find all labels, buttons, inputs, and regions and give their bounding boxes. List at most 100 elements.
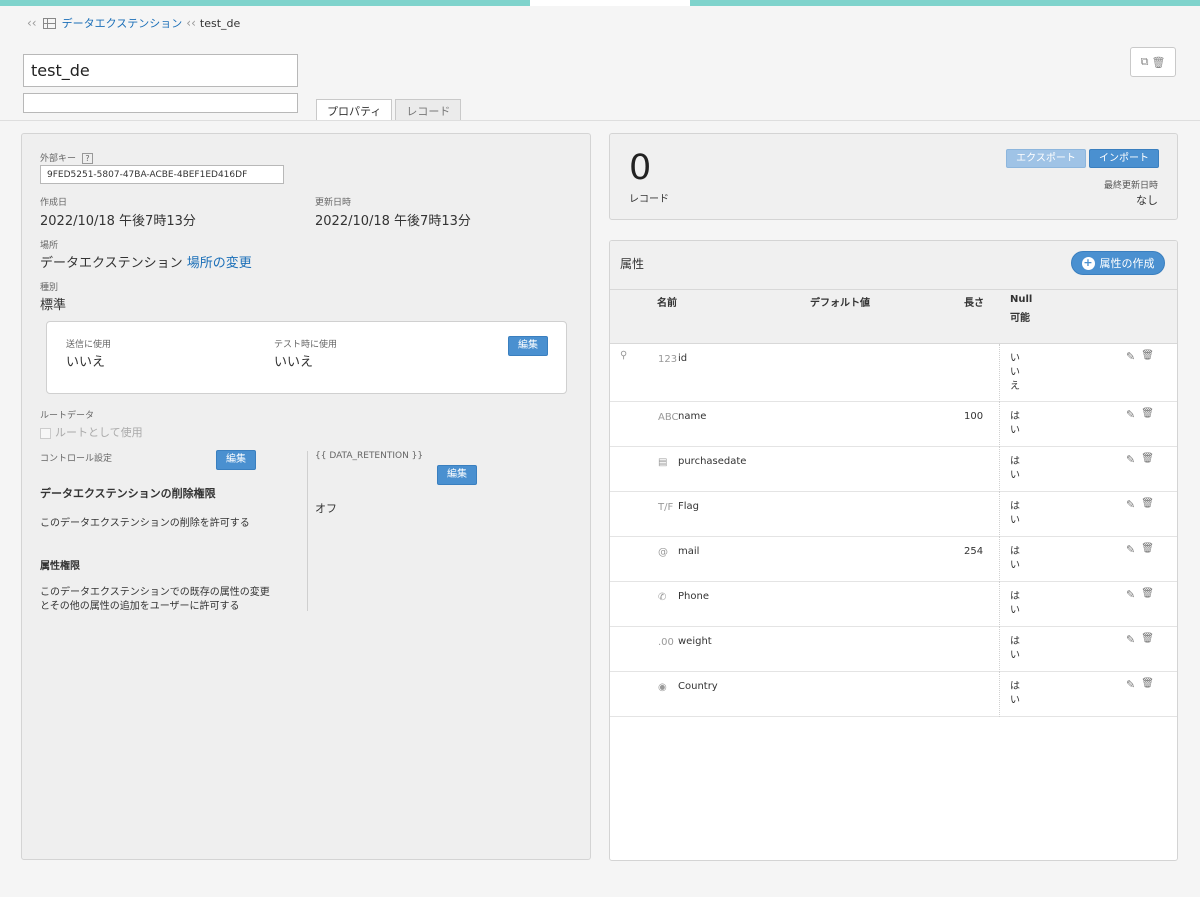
trash-icon[interactable]: 🗑 <box>1141 588 1154 601</box>
breadcrumb-current: test_de <box>199 16 241 30</box>
attribute-nullable: はい <box>1010 546 1020 571</box>
external-key-label: 外部キー? <box>40 151 94 164</box>
pencil-icon[interactable]: ✎ <box>1126 350 1135 363</box>
attribute-row[interactable]: ◉ Country はい ✎ 🗑 <box>610 672 1177 717</box>
email-icon: @ <box>658 547 668 558</box>
name-input[interactable] <box>23 54 298 87</box>
pencil-icon[interactable]: ✎ <box>1126 408 1135 421</box>
trash-icon[interactable]: 🗑 <box>1141 678 1154 691</box>
breadcrumb: ‹‹ データエクステンション ‹‹ test_de <box>27 15 240 31</box>
attributes-title: 属性 <box>620 257 645 271</box>
root-checkbox[interactable] <box>40 427 51 439</box>
phone-icon: ✆ <box>658 592 667 603</box>
last-updated-label: 最終更新日時 <box>1103 181 1158 191</box>
attribute-name: mail <box>678 546 700 557</box>
row-actions: ✎ 🗑 <box>1126 498 1154 511</box>
modified-value: 2022/10/18 午後7時13分 <box>315 214 471 229</box>
description-input[interactable] <box>23 93 298 113</box>
breadcrumb-parent-link[interactable]: データエクステンション <box>62 15 183 31</box>
row-actions: ✎ 🗑 <box>1126 678 1154 691</box>
pencil-icon[interactable]: ✎ <box>1126 588 1135 601</box>
edit-sendable-button[interactable]: 編集 <box>508 336 548 356</box>
control-settings-label: コントロール設定 <box>40 454 113 464</box>
sendable-label: 送信に使用 <box>66 340 112 350</box>
column-header-name[interactable]: 名前 <box>657 294 677 309</box>
column-divider <box>999 447 1000 492</box>
copy-icon[interactable]: ⧉ <box>1141 55 1149 69</box>
attribute-row[interactable]: .00 weight はい ✎ 🗑 <box>610 627 1177 672</box>
tab-properties[interactable]: プロパティ <box>316 99 393 121</box>
created-label: 作成日 <box>40 198 68 208</box>
help-icon[interactable]: ? <box>82 153 94 164</box>
attribute-permission-text: このデータエクステンションでの既存の属性の変更 とその他の属性の追加をユーザーに… <box>40 587 270 612</box>
root-checkbox-label: ルートとして使用 <box>55 426 143 439</box>
attribute-nullable: はい <box>1010 456 1020 481</box>
edit-control-button[interactable]: 編集 <box>216 450 256 470</box>
loading-bar <box>0 0 1200 6</box>
change-location-link[interactable]: 場所の変更 <box>187 256 252 271</box>
calendar-icon: ▤ <box>658 457 668 468</box>
attribute-name: Phone <box>678 591 709 602</box>
chevron-left-icon: ‹‹ <box>27 16 37 30</box>
create-attribute-button[interactable]: + 属性の作成 <box>1071 251 1165 275</box>
attribute-nullable: はい <box>1010 591 1020 616</box>
location-label: 場所 <box>40 241 59 251</box>
attribute-row[interactable]: T/F Flag はい ✎ 🗑 <box>610 492 1177 537</box>
export-button[interactable]: エクスポート <box>1006 149 1086 168</box>
attribute-name: Country <box>678 681 718 692</box>
trash-icon[interactable]: 🗑 <box>1141 350 1154 363</box>
actions-toolbar: ⧉ 🗑 <box>1130 47 1176 77</box>
delete-permission-text: このデータエクステンションの削除を許可する <box>40 518 250 529</box>
pencil-icon[interactable]: ✎ <box>1126 498 1135 511</box>
row-actions: ✎ 🗑 <box>1126 453 1154 466</box>
column-divider <box>999 537 1000 582</box>
attribute-nullable: はい <box>1010 681 1020 706</box>
column-divider <box>999 582 1000 627</box>
root-data-label: ルートデータ <box>40 411 95 421</box>
pencil-icon[interactable]: ✎ <box>1126 678 1135 691</box>
create-attribute-label: 属性の作成 <box>1099 257 1155 270</box>
column-header-default[interactable]: デフォルト値 <box>810 294 870 309</box>
attribute-row[interactable]: ⚲ 123 id いいえ ✎ 🗑 <box>610 344 1177 402</box>
attribute-row[interactable]: ✆ Phone はい ✎ 🗑 <box>610 582 1177 627</box>
row-actions: ✎ 🗑 <box>1126 543 1154 556</box>
number-icon: 123 <box>658 354 678 365</box>
attribute-row[interactable]: ABC name 100 はい ✎ 🗑 <box>610 402 1177 447</box>
pencil-icon[interactable]: ✎ <box>1126 543 1135 556</box>
testable-label: テスト時に使用 <box>274 340 338 350</box>
attribute-name: id <box>678 353 688 364</box>
attribute-row[interactable]: @ mail 254 はい ✎ 🗑 <box>610 537 1177 582</box>
trash-icon[interactable]: 🗑 <box>1141 543 1154 556</box>
trash-icon[interactable]: 🗑 <box>1141 633 1154 646</box>
column-header-nullable[interactable]: 可能 <box>1010 309 1030 324</box>
type-label: 種別 <box>40 283 59 293</box>
primary-key-icon: ⚲ <box>620 350 628 361</box>
attribute-nullable: はい <box>1010 636 1020 661</box>
pencil-icon[interactable]: ✎ <box>1126 633 1135 646</box>
row-actions: ✎ 🗑 <box>1126 588 1154 601</box>
table-icon <box>42 17 56 29</box>
attribute-name: Flag <box>678 501 700 512</box>
external-key-field[interactable] <box>40 165 284 184</box>
delete-permission-title: データエクステンションの削除権限 <box>40 487 216 500</box>
location-row: データエクステンション 場所の変更 <box>40 252 252 271</box>
column-header-length[interactable]: 長さ <box>964 294 984 309</box>
created-value: 2022/10/18 午後7時13分 <box>40 214 196 229</box>
tab-records[interactable]: レコード <box>395 99 462 120</box>
attribute-nullable: はい <box>1010 411 1020 436</box>
trash-icon[interactable]: 🗑 <box>1141 453 1154 466</box>
trash-icon[interactable]: 🗑 <box>1141 498 1154 511</box>
type-value: 標準 <box>40 298 67 313</box>
import-button[interactable]: インポート <box>1089 149 1159 168</box>
text-icon: ABC <box>658 412 679 423</box>
pencil-icon[interactable]: ✎ <box>1126 453 1135 466</box>
retention-label: {{ DATA_RETENTION }} <box>315 451 424 461</box>
column-header-null[interactable]: Null <box>1010 294 1032 305</box>
attribute-length: 100 <box>964 411 984 422</box>
attribute-row[interactable]: ▤ purchasedate はい ✎ 🗑 <box>610 447 1177 492</box>
attribute-length: 254 <box>964 546 984 557</box>
trash-icon[interactable]: 🗑 <box>1141 408 1154 421</box>
trash-icon[interactable]: 🗑 <box>1151 56 1165 69</box>
column-divider <box>999 672 1000 717</box>
edit-retention-button[interactable]: 編集 <box>437 465 477 485</box>
